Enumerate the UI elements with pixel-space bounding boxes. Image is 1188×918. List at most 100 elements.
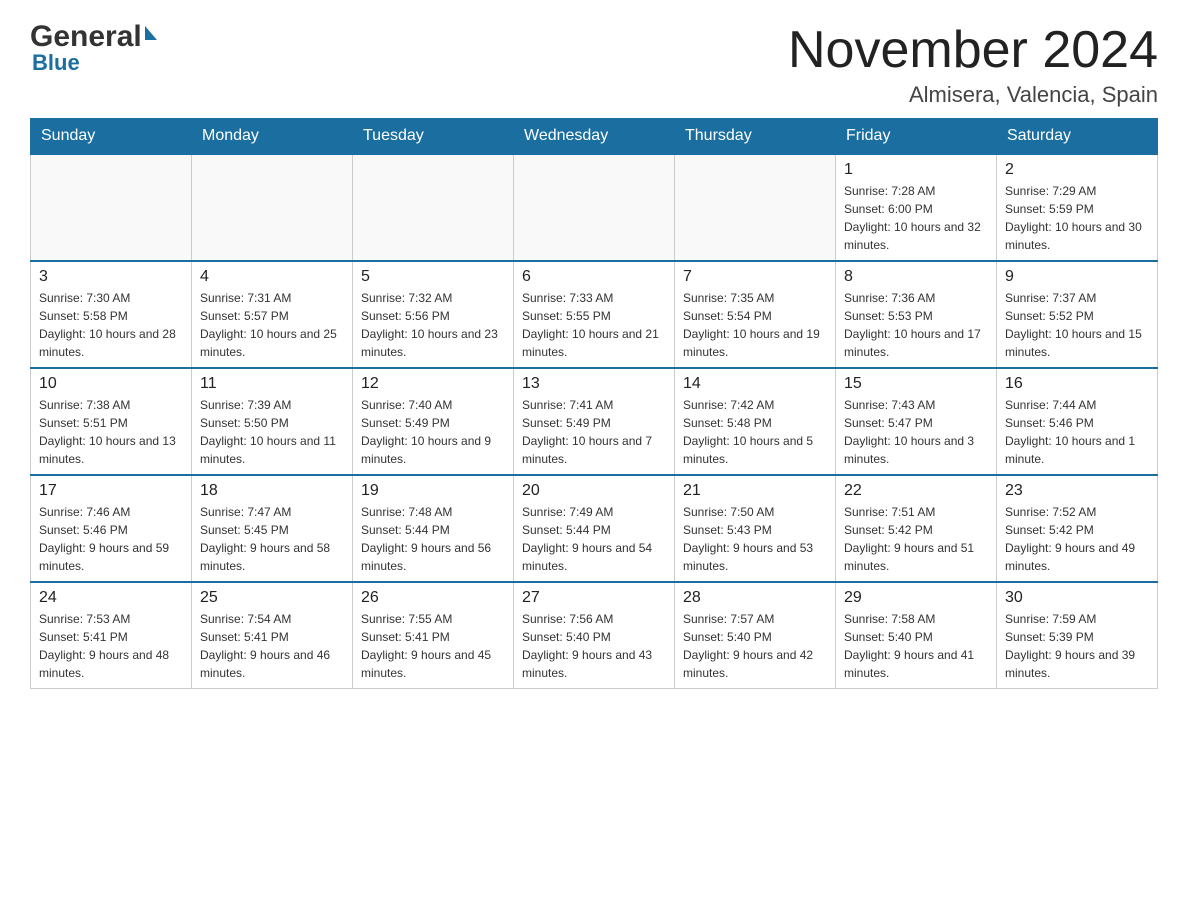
calendar-cell: 16Sunrise: 7:44 AMSunset: 5:46 PMDayligh… <box>997 368 1158 475</box>
day-info: Sunrise: 7:29 AMSunset: 5:59 PMDaylight:… <box>1005 182 1149 254</box>
day-number: 14 <box>683 375 827 393</box>
day-info: Sunrise: 7:53 AMSunset: 5:41 PMDaylight:… <box>39 610 183 682</box>
day-info: Sunrise: 7:40 AMSunset: 5:49 PMDaylight:… <box>361 396 505 468</box>
calendar-cell: 4 Sunrise: 7:31 AMSunset: 5:57 PMDaylight… <box>192 261 353 368</box>
col-header-wednesday: Wednesday <box>514 119 675 155</box>
calendar-cell: 29 Sunrise: 7:58 AMSunset: 5:40 PMDayligh… <box>836 582 997 689</box>
calendar-cell: 9Sunrise: 7:37 AMSunset: 5:52 PMDaylight… <box>997 261 1158 368</box>
calendar-cell <box>675 154 836 261</box>
calendar-cell: 27 Sunrise: 7:56 AMSunset: 5:40 PMDayligh… <box>514 582 675 689</box>
day-info: Sunrise: 7:32 AMSunset: 5:56 PMDaylight:… <box>361 289 505 361</box>
day-info: Sunrise: 7:51 AMSunset: 5:42 PMDaylight:… <box>844 503 988 575</box>
calendar-cell: 26 Sunrise: 7:55 AMSunset: 5:41 PMDayligh… <box>353 582 514 689</box>
day-info: Sunrise: 7:30 AMSunset: 5:58 PMDaylight:… <box>39 289 183 361</box>
day-number: 29 <box>844 589 988 607</box>
calendar-cell: 5 Sunrise: 7:32 AMSunset: 5:56 PMDaylight… <box>353 261 514 368</box>
logo-general-text: General <box>30 20 142 54</box>
day-number: 3 <box>39 268 183 286</box>
day-number: 20 <box>522 482 666 500</box>
day-number: 24 <box>39 589 183 607</box>
day-info: Sunrise: 7:55 AMSunset: 5:41 PMDaylight:… <box>361 610 505 682</box>
calendar-week-row: 10 Sunrise: 7:38 AMSunset: 5:51 PMDayligh… <box>31 368 1158 475</box>
day-info: Sunrise: 7:49 AMSunset: 5:44 PMDaylight:… <box>522 503 666 575</box>
logo-arrow-icon <box>145 26 157 40</box>
day-number: 23 <box>1005 482 1149 500</box>
col-header-saturday: Saturday <box>997 119 1158 155</box>
day-number: 21 <box>683 482 827 500</box>
calendar-cell: 7Sunrise: 7:35 AMSunset: 5:54 PMDaylight… <box>675 261 836 368</box>
day-info: Sunrise: 7:31 AMSunset: 5:57 PMDaylight:… <box>200 289 344 361</box>
calendar-cell: 13 Sunrise: 7:41 AMSunset: 5:49 PMDayligh… <box>514 368 675 475</box>
calendar-cell: 2 Sunrise: 7:29 AMSunset: 5:59 PMDaylight… <box>997 154 1158 261</box>
calendar-cell: 14 Sunrise: 7:42 AMSunset: 5:48 PMDayligh… <box>675 368 836 475</box>
calendar-week-row: 1Sunrise: 7:28 AMSunset: 6:00 PMDaylight… <box>31 154 1158 261</box>
day-info: Sunrise: 7:58 AMSunset: 5:40 PMDaylight:… <box>844 610 988 682</box>
calendar-cell: 10 Sunrise: 7:38 AMSunset: 5:51 PMDayligh… <box>31 368 192 475</box>
day-info: Sunrise: 7:33 AMSunset: 5:55 PMDaylight:… <box>522 289 666 361</box>
day-number: 9 <box>1005 268 1149 286</box>
calendar-cell <box>192 154 353 261</box>
day-info: Sunrise: 7:56 AMSunset: 5:40 PMDaylight:… <box>522 610 666 682</box>
day-number: 19 <box>361 482 505 500</box>
calendar-cell: 17 Sunrise: 7:46 AMSunset: 5:46 PMDayligh… <box>31 475 192 582</box>
logo: General Blue <box>30 20 157 76</box>
calendar-cell: 11Sunrise: 7:39 AMSunset: 5:50 PMDayligh… <box>192 368 353 475</box>
day-number: 6 <box>522 268 666 286</box>
day-number: 25 <box>200 589 344 607</box>
day-info: Sunrise: 7:38 AMSunset: 5:51 PMDaylight:… <box>39 396 183 468</box>
calendar-cell <box>514 154 675 261</box>
day-number: 5 <box>361 268 505 286</box>
day-info: Sunrise: 7:59 AMSunset: 5:39 PMDaylight:… <box>1005 610 1149 682</box>
col-header-tuesday: Tuesday <box>353 119 514 155</box>
day-number: 4 <box>200 268 344 286</box>
calendar-cell: 3 Sunrise: 7:30 AMSunset: 5:58 PMDaylight… <box>31 261 192 368</box>
day-info: Sunrise: 7:39 AMSunset: 5:50 PMDaylight:… <box>200 396 344 468</box>
day-number: 10 <box>39 375 183 393</box>
day-number: 17 <box>39 482 183 500</box>
day-number: 30 <box>1005 589 1149 607</box>
title-block: November 2024 Almisera, Valencia, Spain <box>788 20 1158 108</box>
calendar-cell: 22Sunrise: 7:51 AMSunset: 5:42 PMDayligh… <box>836 475 997 582</box>
day-number: 7 <box>683 268 827 286</box>
col-header-monday: Monday <box>192 119 353 155</box>
logo-blue-text: Blue <box>30 50 80 76</box>
day-number: 18 <box>200 482 344 500</box>
day-number: 2 <box>1005 161 1149 179</box>
day-info: Sunrise: 7:54 AMSunset: 5:41 PMDaylight:… <box>200 610 344 682</box>
day-number: 16 <box>1005 375 1149 393</box>
col-header-sunday: Sunday <box>31 119 192 155</box>
calendar-cell: 20 Sunrise: 7:49 AMSunset: 5:44 PMDayligh… <box>514 475 675 582</box>
calendar-table: SundayMondayTuesdayWednesdayThursdayFrid… <box>30 118 1158 689</box>
day-info: Sunrise: 7:42 AMSunset: 5:48 PMDaylight:… <box>683 396 827 468</box>
day-number: 27 <box>522 589 666 607</box>
calendar-cell: 18 Sunrise: 7:47 AMSunset: 5:45 PMDayligh… <box>192 475 353 582</box>
calendar-cell: 21 Sunrise: 7:50 AMSunset: 5:43 PMDayligh… <box>675 475 836 582</box>
day-info: Sunrise: 7:48 AMSunset: 5:44 PMDaylight:… <box>361 503 505 575</box>
day-number: 26 <box>361 589 505 607</box>
calendar-cell <box>353 154 514 261</box>
calendar-cell: 15 Sunrise: 7:43 AMSunset: 5:47 PMDayligh… <box>836 368 997 475</box>
day-number: 28 <box>683 589 827 607</box>
calendar-cell <box>31 154 192 261</box>
location-text: Almisera, Valencia, Spain <box>788 82 1158 108</box>
day-number: 1 <box>844 161 988 179</box>
day-info: Sunrise: 7:50 AMSunset: 5:43 PMDaylight:… <box>683 503 827 575</box>
calendar-cell: 23Sunrise: 7:52 AMSunset: 5:42 PMDayligh… <box>997 475 1158 582</box>
page-header: General Blue November 2024 Almisera, Val… <box>30 20 1158 108</box>
day-number: 12 <box>361 375 505 393</box>
day-number: 13 <box>522 375 666 393</box>
day-info: Sunrise: 7:41 AMSunset: 5:49 PMDaylight:… <box>522 396 666 468</box>
calendar-cell: 12 Sunrise: 7:40 AMSunset: 5:49 PMDayligh… <box>353 368 514 475</box>
month-title: November 2024 <box>788 20 1158 80</box>
day-info: Sunrise: 7:43 AMSunset: 5:47 PMDaylight:… <box>844 396 988 468</box>
calendar-cell: 19 Sunrise: 7:48 AMSunset: 5:44 PMDayligh… <box>353 475 514 582</box>
calendar-week-row: 24 Sunrise: 7:53 AMSunset: 5:41 PMDayligh… <box>31 582 1158 689</box>
day-info: Sunrise: 7:47 AMSunset: 5:45 PMDaylight:… <box>200 503 344 575</box>
day-number: 8 <box>844 268 988 286</box>
col-header-thursday: Thursday <box>675 119 836 155</box>
calendar-header-row: SundayMondayTuesdayWednesdayThursdayFrid… <box>31 119 1158 155</box>
day-number: 15 <box>844 375 988 393</box>
calendar-week-row: 3 Sunrise: 7:30 AMSunset: 5:58 PMDaylight… <box>31 261 1158 368</box>
day-info: Sunrise: 7:46 AMSunset: 5:46 PMDaylight:… <box>39 503 183 575</box>
calendar-cell: 30 Sunrise: 7:59 AMSunset: 5:39 PMDayligh… <box>997 582 1158 689</box>
